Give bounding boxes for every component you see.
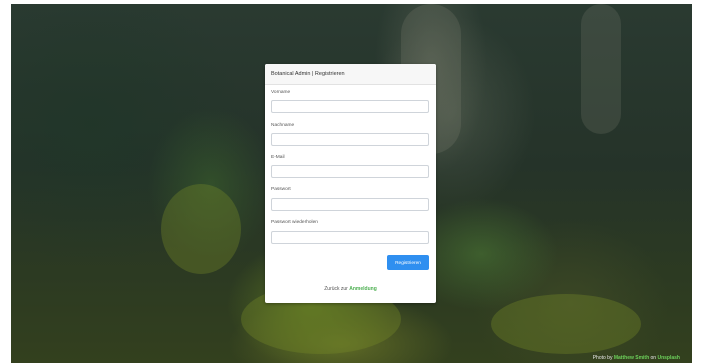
register-card: Botanical Admin | Registrieren Vorname N… [265, 64, 436, 303]
back-to-login: Zurück zur Anmeldung [265, 286, 436, 292]
last-name-label: Nachname [271, 123, 295, 128]
last-name-input[interactable] [271, 133, 429, 146]
password-repeat-input[interactable] [271, 231, 429, 244]
photo-credit: Photo by Matthew Smith on Unsplash [593, 355, 680, 361]
credit-author-link[interactable]: Matthew Smith [614, 355, 649, 361]
email-label: E-Mail [271, 155, 285, 160]
login-link[interactable]: Anmeldung [349, 286, 377, 292]
moss-patch [161, 184, 241, 274]
first-name-label: Vorname [271, 90, 291, 95]
back-text: Zurück zur [324, 286, 348, 292]
credit-middle: on [650, 355, 657, 361]
first-name-input[interactable] [271, 100, 429, 113]
credit-site-link[interactable]: Unsplash [657, 355, 680, 361]
register-button[interactable]: Registrieren [387, 255, 429, 270]
password-input[interactable] [271, 198, 429, 211]
tree-trunk [581, 4, 621, 134]
moss-patch [491, 294, 641, 354]
card-title: Botanical Admin | Registrieren [265, 64, 436, 85]
credit-prefix: Photo by [592, 355, 613, 361]
email-input[interactable] [271, 165, 429, 178]
password-label: Passwort [271, 187, 291, 192]
password-repeat-label: Passwort wiederholen [271, 220, 318, 225]
